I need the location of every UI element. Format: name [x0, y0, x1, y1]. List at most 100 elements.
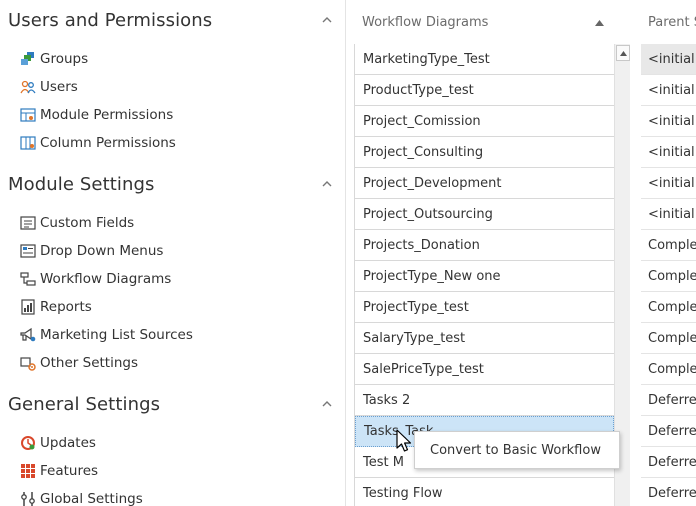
custom-fields-icon [20, 215, 36, 231]
chevron-up-icon[interactable] [320, 397, 334, 411]
table-row[interactable]: ProjectType_test [355, 292, 614, 323]
sidebar-item-features[interactable]: Features [20, 459, 98, 483]
section-title: General Settings [8, 393, 161, 415]
sidebar-item-label: Groups [40, 51, 89, 67]
parent-state-cell[interactable]: Deferred [641, 447, 696, 478]
table-row[interactable]: SalePriceType_test [355, 354, 614, 385]
sidebar-item-label: Module Permissions [40, 107, 174, 123]
table-row[interactable]: Project_Comission [355, 106, 614, 137]
workflow-diagrams-icon [20, 271, 36, 287]
sidebar-item-label: Other Settings [40, 355, 138, 371]
sidebar-item-label: Workflow Diagrams [40, 271, 172, 287]
users-icon [20, 79, 36, 95]
column-header-workflow-diagrams[interactable]: Workflow Diagrams [354, 0, 614, 44]
other-settings-icon [20, 355, 36, 371]
sidebar-item-reports[interactable]: Reports [20, 295, 92, 319]
parent-state-cell[interactable]: Comple [641, 354, 696, 385]
sidebar-item-groups[interactable]: Groups [20, 47, 88, 71]
section-header-module-settings[interactable]: Module Settings [8, 169, 338, 199]
table-row[interactable]: MarketingType_Test [355, 44, 614, 75]
workflow-name-cell: Project_Comission [363, 113, 481, 129]
features-icon [20, 463, 36, 479]
workflow-name-cell: ProjectType_New one [363, 268, 501, 284]
parent-state-cell[interactable]: <initial> [641, 75, 696, 106]
workflow-name-cell: Tasks 2 [363, 392, 411, 408]
sidebar-item-custom-fields[interactable]: Custom Fields [20, 211, 134, 235]
module-permissions-icon [20, 107, 36, 123]
sidebar-item-label: Column Permissions [40, 135, 176, 151]
parent-state-cell[interactable]: <initial> [641, 106, 696, 137]
parent-state-cell[interactable]: Comple [641, 292, 696, 323]
sidebar-item-other-settings[interactable]: Other Settings [20, 351, 138, 375]
reports-icon [20, 299, 36, 315]
sidebar-item-label: Updates [40, 435, 96, 451]
workflow-name-cell: ProductType_test [363, 82, 474, 98]
chevron-up-icon[interactable] [320, 177, 334, 191]
sidebar-item-column-permissions[interactable]: Column Permissions [20, 131, 176, 155]
sidebar-item-module-permissions[interactable]: Module Permissions [20, 103, 173, 127]
table-row[interactable]: ProductType_test [355, 75, 614, 106]
column-header-label: Workflow Diagrams [362, 14, 489, 30]
sidebar-item-users[interactable]: Users [20, 75, 78, 99]
context-menu-item-convert-to-basic-workflow[interactable]: Convert to Basic Workflow [430, 443, 601, 458]
sidebar-item-marketing-list-sources[interactable]: Marketing List Sources [20, 323, 193, 347]
parent-state-cell[interactable]: Comple [641, 323, 696, 354]
context-menu: Convert to Basic Workflow [414, 431, 620, 469]
parent-state-cell[interactable]: Deferred [641, 478, 696, 506]
workflow-name-cell: Project_Consulting [363, 144, 484, 160]
sidebar-item-workflow-diagrams[interactable]: Workflow Diagrams [20, 267, 171, 291]
groups-icon [20, 51, 36, 67]
panel-divider [345, 0, 346, 506]
sort-ascending-icon [595, 15, 604, 30]
workflow-name-cell: SalePriceType_test [363, 361, 484, 377]
parent-state-cell[interactable]: <initial> [641, 44, 696, 75]
table-row[interactable]: Project_Consulting [355, 137, 614, 168]
section-title: Module Settings [8, 173, 155, 195]
table-row[interactable]: Tasks 2 [355, 385, 614, 416]
sidebar-item-label: Marketing List Sources [40, 327, 193, 343]
column-permissions-icon [20, 135, 36, 151]
table-row[interactable]: Projects_Donation [355, 230, 614, 261]
workflow-name-cell: Project_Development [363, 175, 502, 191]
sidebar-item-label: Global Settings [40, 491, 143, 506]
workflow-name-cell: Test M [363, 454, 404, 470]
sidebar-item-updates[interactable]: Updates [20, 431, 96, 455]
table-row[interactable]: ProjectType_New one [355, 261, 614, 292]
workflow-name-cell: Projects_Donation [363, 237, 480, 253]
workflow-name-cell: MarketingType_Test [363, 51, 490, 67]
workflow-name-cell: ProjectType_test [363, 299, 469, 315]
parent-state-cell[interactable]: Deferred [641, 385, 696, 416]
section-header-users-and-permissions[interactable]: Users and Permissions [8, 5, 338, 35]
table-row[interactable]: SalaryType_test [355, 323, 614, 354]
scroll-up-button[interactable] [616, 45, 630, 61]
sidebar-item-label: Drop Down Menus [40, 243, 164, 259]
table-row[interactable]: Project_Development [355, 168, 614, 199]
sidebar-item-label: Users [40, 79, 78, 95]
sidebar-item-label: Custom Fields [40, 215, 135, 231]
parent-state-cell[interactable]: Comple [641, 261, 696, 292]
workflow-name-cell: SalaryType_test [363, 330, 466, 346]
sidebar-item-label: Reports [40, 299, 92, 315]
sidebar-item-drop-down-menus[interactable]: Drop Down Menus [20, 239, 163, 263]
chevron-up-icon[interactable] [320, 13, 334, 27]
table-row[interactable]: Testing Flow [355, 478, 614, 506]
sidebar-item-label: Features [40, 463, 99, 479]
table-row[interactable]: Project_Outsourcing [355, 199, 614, 230]
parent-state-cell[interactable]: Comple [641, 230, 696, 261]
column-header-parent[interactable]: Parent S [648, 0, 696, 44]
updates-icon [20, 435, 36, 451]
parent-state-cell[interactable]: Deferred [641, 416, 696, 447]
drop-down-menus-icon [20, 243, 36, 259]
parent-state-cell[interactable]: <initial> [641, 168, 696, 199]
settings-sidebar: Users and Permissions Groups Users Modul… [0, 0, 345, 506]
sidebar-item-global-settings[interactable]: Global Settings [20, 487, 143, 506]
global-settings-icon [20, 491, 36, 506]
workflow-name-cell: Project_Outsourcing [363, 206, 493, 222]
column-header-label: Parent S [648, 14, 696, 30]
section-title: Users and Permissions [8, 9, 213, 31]
marketing-list-sources-icon [20, 327, 36, 343]
section-header-general-settings[interactable]: General Settings [8, 389, 338, 419]
parent-state-cell[interactable]: <initial> [641, 137, 696, 168]
parent-state-cell[interactable]: <initial> [641, 199, 696, 230]
mouse-cursor-icon [396, 429, 412, 452]
